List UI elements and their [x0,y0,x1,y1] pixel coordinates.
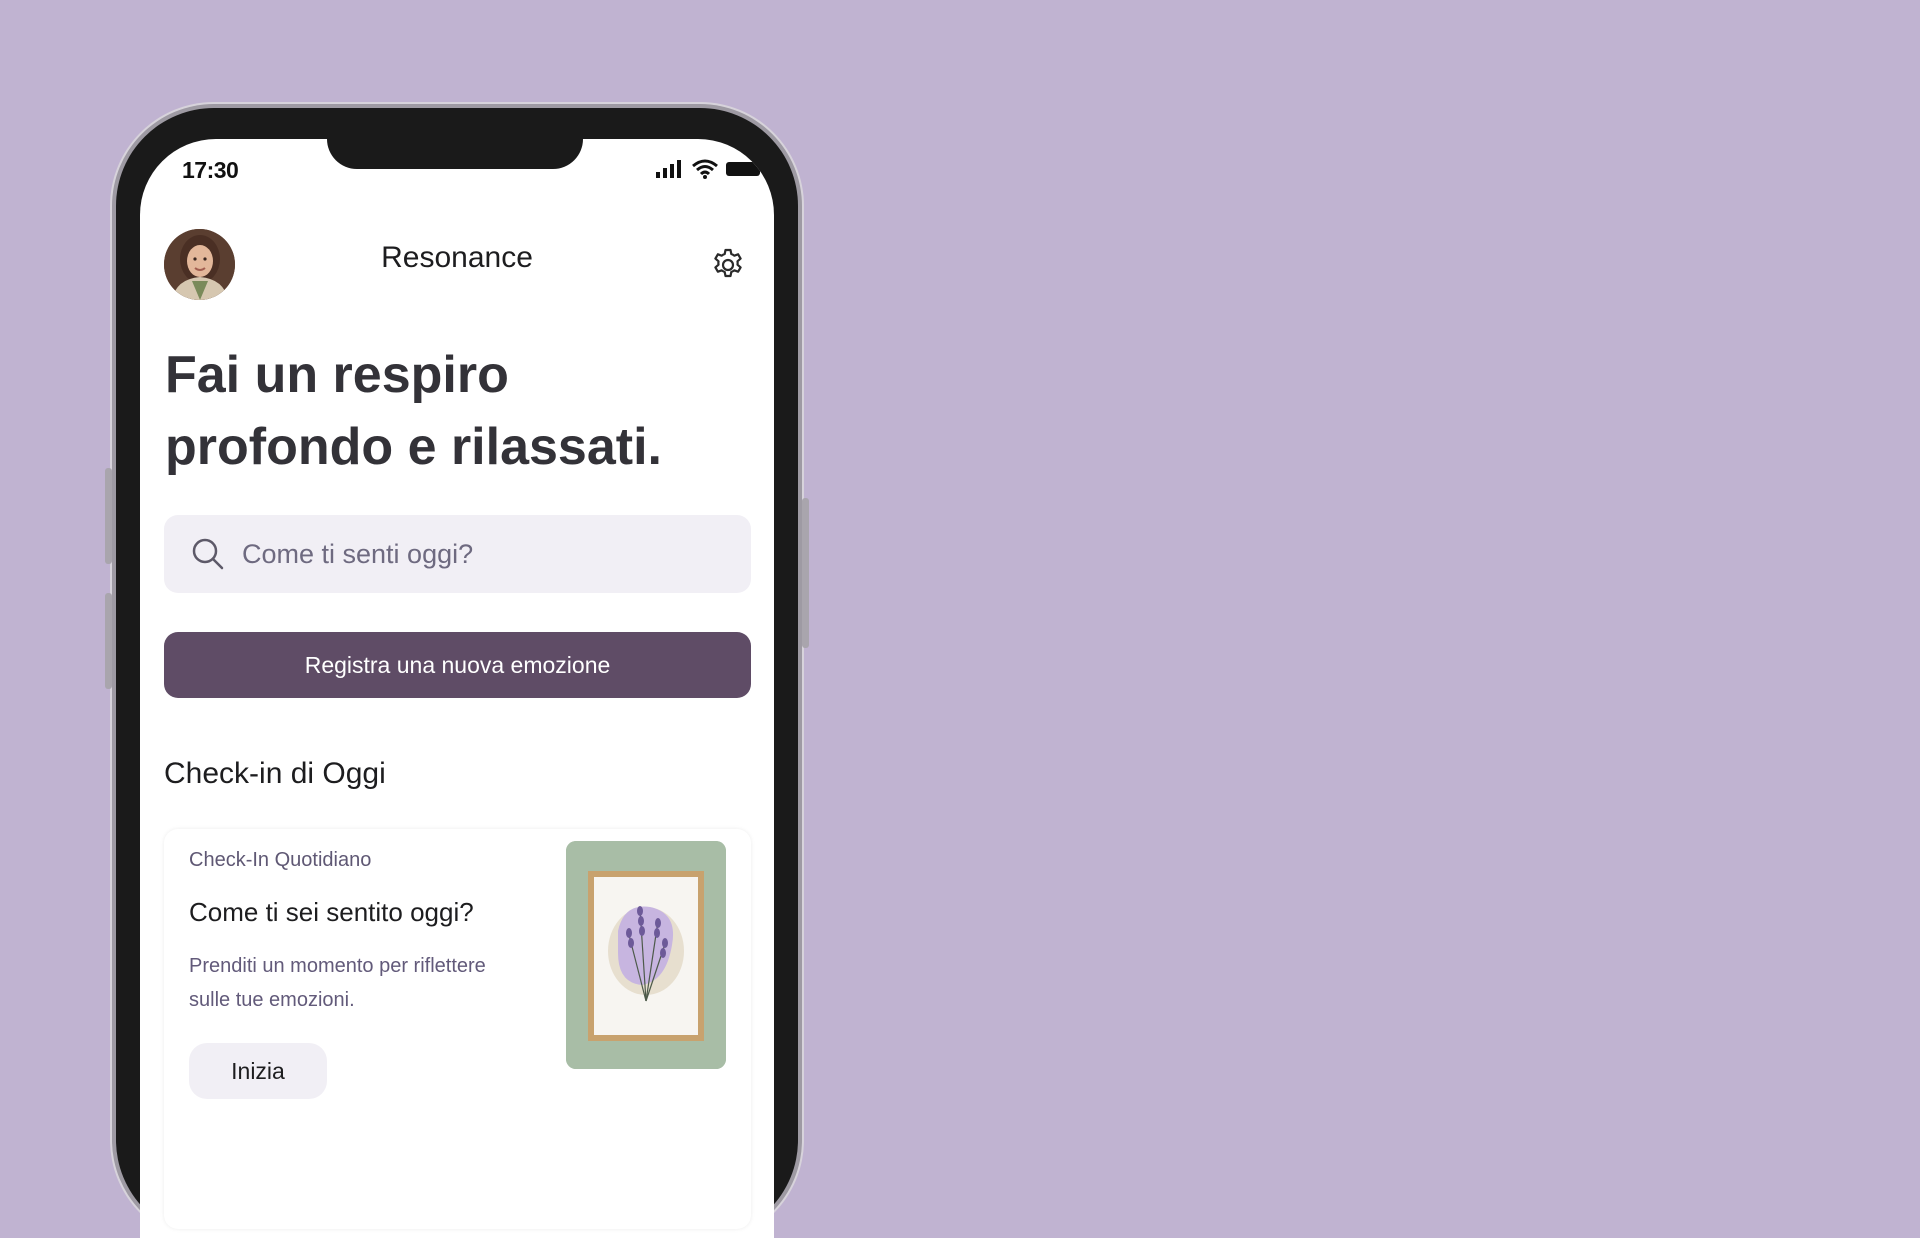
gear-icon[interactable] [710,247,746,283]
app-screen: 17:30 Resonance Fai un respiro profondo … [140,139,774,1238]
start-button[interactable]: Inizia [189,1043,327,1099]
lavender-illustration [566,841,726,1069]
battery-icon [726,162,760,176]
wifi-icon [692,159,718,179]
app-title: Resonance [381,241,533,274]
lavender-frame-image [566,841,726,1069]
status-time: 17:30 [182,157,239,183]
card-label: Check-In Quotidiano [189,849,372,871]
card-description: Prenditi un momento per riflettere sulle… [189,955,486,1011]
status-icons [656,159,762,179]
volume-down-button [105,593,112,689]
signal-icon [656,160,681,178]
phone-frame: 17:30 Resonance Fai un respiro profondo … [105,108,809,1238]
search-bar[interactable] [164,515,751,593]
card-title: Come ti sei sentito oggi? [189,897,474,927]
page-headline: Fai un respiro profondo e rilassati. [165,346,662,476]
power-button [802,498,809,648]
notch [327,139,583,169]
checkin-card[interactable]: Check-In Quotidiano Come ti sei sentito … [164,829,751,1229]
section-title: Check-in di Oggi [164,757,386,790]
volume-up-button [105,468,112,564]
search-input[interactable] [240,537,724,571]
search-icon [192,538,224,570]
register-emotion-button[interactable]: Registra una nuova emozione [164,632,751,698]
